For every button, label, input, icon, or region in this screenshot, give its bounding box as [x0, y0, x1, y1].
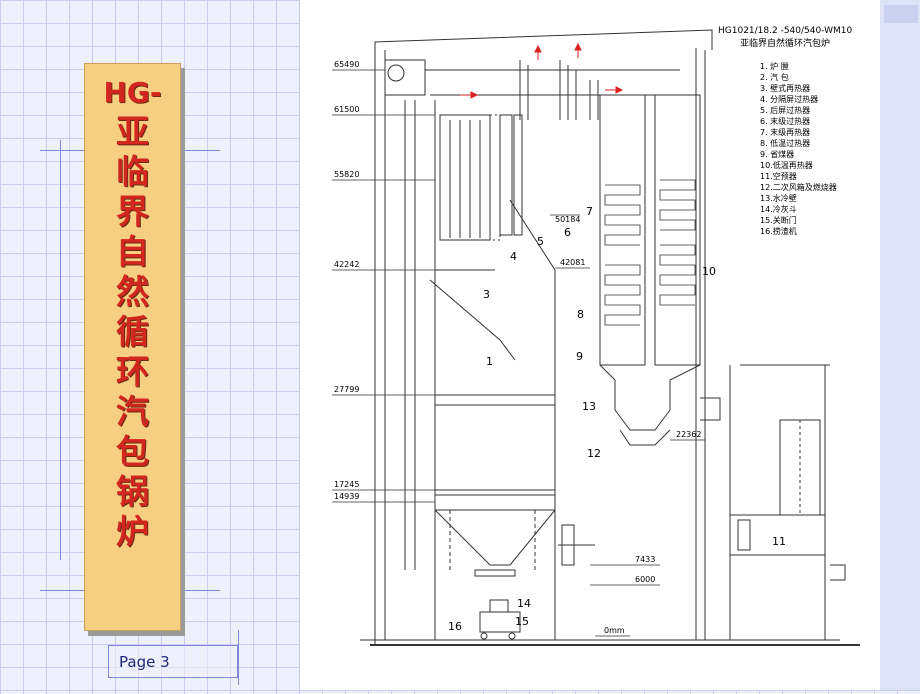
title-char: 自	[116, 232, 149, 271]
elevation-label: 14939	[334, 492, 359, 501]
drawing-name: 亚临界自然循环汽包炉	[740, 37, 830, 49]
callout-number: 12	[587, 447, 601, 460]
boiler-schematic: 65490 61500 55820 42242 27799 17245 1493…	[332, 26, 860, 646]
elevation-label: 61500	[334, 105, 359, 114]
callout-number: 14	[517, 597, 531, 610]
legend-item: 13.水冷壁	[760, 193, 797, 203]
elevation-label: 42242	[334, 260, 359, 269]
strip-block	[884, 5, 918, 23]
title-char: 汽	[116, 392, 149, 431]
elevation-label: 22362	[676, 430, 701, 439]
elevation-label: 65490	[334, 60, 359, 69]
decorative-line	[60, 140, 61, 560]
legend-item: 6. 末级过热器	[760, 116, 810, 126]
legend-item: 16.捞渣机	[760, 226, 797, 236]
title-char: 循	[116, 312, 149, 351]
elevation-label: 55820	[334, 170, 359, 179]
legend-item: 7. 末级再热器	[760, 127, 810, 137]
callout-number: 4	[510, 250, 517, 263]
callout-number: 8	[577, 308, 584, 321]
title-char: 炉	[116, 512, 149, 551]
elevation-label: 7433	[635, 555, 655, 564]
elevation-label: 6000	[635, 575, 655, 584]
legend-item: 5. 后屏过热器	[760, 105, 810, 115]
legend-item: 4. 分隔屏过热器	[760, 94, 818, 104]
decorative-line	[238, 630, 239, 685]
callout-number: 16	[448, 620, 462, 633]
callout-number: 15	[515, 615, 529, 628]
side-strip	[880, 0, 920, 690]
legend-item: 11.空预器	[760, 171, 797, 181]
legend: 1. 炉 膛 2. 汽 包 3. 壁式再热器 4. 分隔屏过热器 5. 后屏过热…	[760, 61, 837, 236]
callout-number: 7	[586, 205, 593, 218]
title-char: 包	[116, 432, 149, 471]
boiler-drawing: 65490 61500 55820 42242 27799 17245 1493…	[300, 0, 880, 690]
drawing-code: HG1021/18.2 -540/540-WM10	[718, 26, 852, 36]
title-char: 锅	[116, 472, 149, 511]
callout-number: 1	[486, 355, 493, 368]
title-char: 然	[116, 272, 149, 311]
elevation-label: 42081	[560, 258, 585, 267]
legend-item: 2. 汽 包	[760, 72, 789, 82]
elevation-label: 27799	[334, 385, 359, 394]
legend-item: 8. 低温过热器	[760, 138, 810, 148]
elevation-label: 17245	[334, 480, 359, 489]
legend-item: 12.二次风箱及燃烧器	[760, 182, 837, 192]
page-number: Page 3	[108, 645, 238, 678]
callout-number: 10	[702, 265, 716, 278]
legend-item: 3. 壁式再热器	[760, 83, 810, 93]
title-char: 亚	[116, 112, 149, 151]
title-char: 临	[116, 152, 149, 191]
legend-item: 1. 炉 膛	[760, 61, 789, 71]
callout-number: 11	[772, 535, 786, 548]
callout-number: 3	[483, 288, 490, 301]
callout-number: 5	[537, 235, 544, 248]
legend-item: 9. 省煤器	[760, 149, 794, 159]
title-char: 界	[116, 192, 149, 231]
title-prefix: HG-	[103, 76, 162, 109]
title-banner: HG- 亚 临 界 自 然 循 环 汽 包 锅 炉	[84, 63, 181, 631]
title-char: 环	[116, 352, 149, 391]
legend-item: 10.低温再热器	[760, 160, 813, 170]
elevation-label: 50184	[555, 215, 580, 224]
legend-item: 15.关断门	[760, 215, 797, 225]
callout-number: 13	[582, 400, 596, 413]
elevation-label: 0mm	[604, 626, 625, 635]
legend-item: 14.冷灰斗	[760, 204, 797, 214]
callout-number: 9	[576, 350, 583, 363]
callout-number: 6	[564, 226, 571, 239]
